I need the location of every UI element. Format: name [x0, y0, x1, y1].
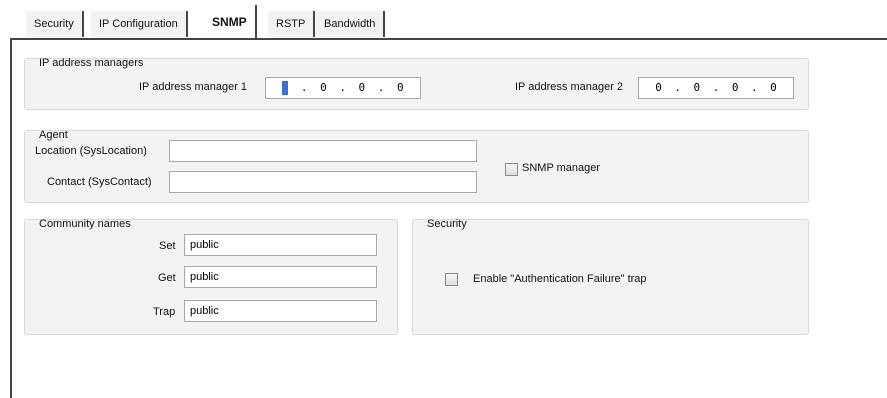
- tab-snmp[interactable]: SNMP: [204, 5, 257, 39]
- ip-manager-1-octet-4[interactable]: 0: [397, 78, 404, 98]
- ip-manager-1-octet-3[interactable]: 0: [359, 78, 366, 98]
- community-names-group: Community names Set public Get public Tr…: [24, 218, 398, 335]
- ip-manager-2-octet-1[interactable]: 0: [655, 78, 662, 98]
- trap-community-input[interactable]: public: [184, 300, 377, 322]
- security-group: Security Enable "Authentication Failure"…: [412, 218, 809, 335]
- ip-manager-2-octet-3[interactable]: 0: [732, 78, 739, 98]
- security-title: Security: [427, 218, 467, 230]
- snmp-manager-checkbox[interactable]: [505, 163, 518, 176]
- tab-rstp[interactable]: RSTP: [268, 11, 316, 37]
- tab-strip: Security IP Configuration SNMP RSTP Band…: [0, 0, 887, 42]
- agent-group: Agent Location (SysLocation) Contact (Sy…: [24, 129, 809, 203]
- community-names-title: Community names: [39, 218, 131, 230]
- auth-failure-trap-label: Enable "Authentication Failure" trap: [473, 273, 647, 285]
- get-community-input[interactable]: public: [184, 266, 377, 288]
- contact-label: Contact (SysContact): [47, 176, 152, 188]
- ip-manager-2-label: IP address manager 2: [515, 81, 624, 93]
- ip-manager-2-octet-4[interactable]: 0: [770, 78, 777, 98]
- set-label: Set: [159, 240, 176, 252]
- text-cursor: [282, 81, 289, 95]
- contact-input[interactable]: [169, 171, 477, 193]
- ip-manager-1-label: IP address manager 1: [139, 81, 248, 93]
- location-input[interactable]: [169, 140, 477, 162]
- location-label: Location (SysLocation): [35, 145, 147, 157]
- tab-bandwidth[interactable]: Bandwidth: [316, 11, 386, 37]
- trap-label: Trap: [153, 306, 176, 318]
- ip-manager-2-octet-2[interactable]: 0: [694, 78, 701, 98]
- set-community-input[interactable]: public: [184, 234, 377, 256]
- ip-manager-1-octet-2[interactable]: 0: [320, 78, 327, 98]
- auth-failure-trap-checkbox[interactable]: [445, 273, 458, 286]
- get-label: Get: [158, 272, 176, 284]
- tab-ip-configuration[interactable]: IP Configuration: [91, 11, 188, 37]
- ip-address-managers-title: IP address managers: [39, 57, 144, 69]
- ip-address-managers-group: IP address managers IP address manager 1…: [24, 57, 809, 110]
- ip-manager-2-field[interactable]: 0 . 0 . 0 . 0: [638, 77, 794, 99]
- agent-title: Agent: [39, 129, 68, 141]
- ip-manager-1-field[interactable]: . 0 . 0 . 0: [265, 77, 421, 99]
- snmp-tab-panel: IP address managers IP address manager 1…: [10, 38, 887, 398]
- tab-security[interactable]: Security: [26, 11, 84, 37]
- snmp-manager-label: SNMP manager: [522, 162, 601, 174]
